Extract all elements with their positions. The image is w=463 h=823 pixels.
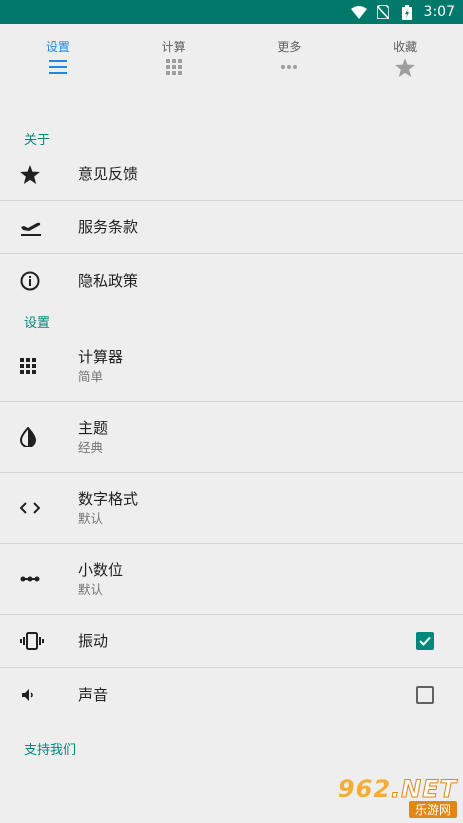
status-time: 3:07 (423, 4, 455, 20)
row-title: 隐私政策 (78, 271, 139, 290)
info-icon (0, 271, 78, 291)
flight-takeoff-icon (0, 218, 78, 236)
row-privacy[interactable]: 隐私政策 (0, 254, 463, 307)
more-dots-icon (279, 57, 299, 77)
section-header-about: 关于 (24, 133, 51, 148)
contrast-icon (0, 427, 78, 447)
row-decimal-places[interactable]: 小数位 默认 (0, 544, 463, 615)
vibration-checkbox[interactable] (416, 632, 434, 650)
row-title: 计算器 (78, 347, 124, 366)
row-vibration[interactable]: 振动 (0, 615, 463, 668)
row-title: 小数位 (78, 560, 124, 579)
row-title: 服务条款 (78, 218, 139, 236)
volume-icon (0, 688, 78, 702)
decimal-icon (0, 576, 78, 582)
star-icon (0, 164, 78, 184)
tab-label: 设置 (45, 40, 70, 54)
row-title: 主题 (78, 418, 109, 437)
row-subtitle: 经典 (78, 439, 104, 455)
tab-label: 计算 (161, 40, 186, 54)
battery-charging-icon (398, 4, 416, 20)
grid-icon (164, 57, 184, 77)
no-sim-icon (374, 5, 392, 19)
tab-label: 收藏 (393, 40, 418, 54)
settings-list: 关于 意见反馈 服务条款 隐私政策 设置 计算器 简单 主题 经典 数字格式 默… (0, 80, 463, 758)
menu-icon (48, 57, 68, 77)
tab-settings[interactable]: 设置 (0, 40, 116, 80)
top-tabs: 设置 计算 更多 收藏 (0, 24, 463, 80)
row-sound[interactable]: 声音 (0, 668, 463, 721)
tab-favorites[interactable]: 收藏 (347, 40, 463, 80)
row-title: 声音 (78, 685, 109, 704)
sound-checkbox[interactable] (416, 685, 434, 704)
row-title: 数字格式 (78, 489, 139, 508)
row-number-format[interactable]: 数字格式 默认 (0, 473, 463, 544)
row-terms[interactable]: 服务条款 (0, 201, 463, 254)
keypad-icon (0, 358, 78, 374)
row-feedback[interactable]: 意见反馈 (0, 148, 463, 201)
code-icon (0, 502, 78, 514)
wifi-icon (350, 5, 368, 19)
row-subtitle: 默认 (78, 581, 104, 597)
row-subtitle: 简单 (78, 368, 104, 384)
star-icon (395, 57, 416, 77)
support-us-link[interactable]: 支持我们 (0, 739, 463, 758)
row-theme[interactable]: 主题 经典 (0, 402, 463, 473)
tab-label: 更多 (277, 40, 302, 54)
row-title: 意见反馈 (78, 165, 139, 183)
vibration-icon (0, 632, 78, 650)
row-subtitle: 默认 (78, 510, 104, 526)
status-bar: 3:07 (0, 0, 463, 24)
tab-calculate[interactable]: 计算 (116, 40, 232, 80)
row-title: 振动 (78, 632, 109, 650)
tab-more[interactable]: 更多 (232, 40, 348, 80)
section-header-settings: 设置 (24, 316, 51, 331)
watermark-top: 962.NET (337, 774, 457, 803)
watermark-logo: 962.NET 乐游网 (321, 773, 457, 819)
row-calculator[interactable]: 计算器 简单 (0, 331, 463, 402)
watermark-bottom: 乐游网 (408, 800, 457, 818)
